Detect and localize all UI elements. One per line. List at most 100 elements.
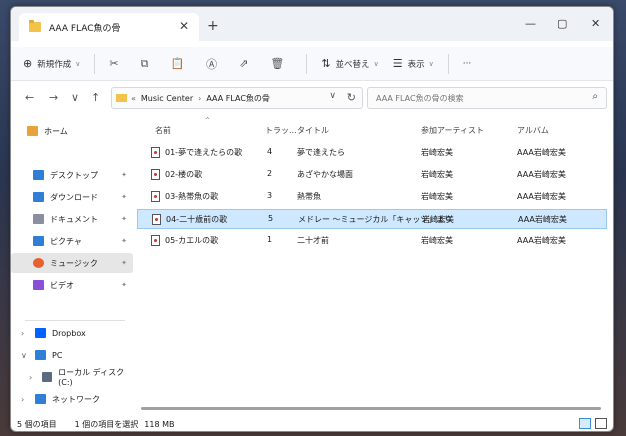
file-row[interactable]: 03-熱帯魚の歌 3 熱帯魚 岩崎宏美 AAA岩崎宏美	[137, 187, 607, 207]
back-button[interactable]: ←	[25, 91, 34, 104]
file-album: AAA岩崎宏美	[517, 192, 566, 201]
rename-icon[interactable]: Ⓐ	[206, 56, 217, 72]
file-row[interactable]: 01-夢で逢えたらの歌 4 夢で逢えたら 岩崎宏美 AAA岩崎宏美	[137, 143, 607, 163]
expand-chevron-icon[interactable]: ›	[29, 373, 36, 382]
tiles-view-icon[interactable]	[595, 418, 607, 429]
sidebar-item-documents[interactable]: ドキュメント ✦	[11, 209, 133, 229]
address-bar[interactable]: « Music Center › AAA FLAC魚の骨 ∨ ↻	[111, 87, 363, 109]
file-artist: 岩崎宏美	[421, 170, 453, 179]
view-button[interactable]: ☰ 表示 ∨	[393, 52, 434, 76]
cut-icon[interactable]: ✂	[109, 57, 118, 70]
chevron-down-icon: ∨	[75, 59, 81, 68]
sidebar-item-music[interactable]: ミュージック ✦	[11, 253, 133, 273]
up-button[interactable]: ↑	[91, 91, 100, 104]
pin-icon[interactable]: ✦	[121, 171, 127, 179]
recent-locations-button[interactable]: ∨	[71, 91, 79, 104]
pin-icon[interactable]: ✦	[121, 281, 127, 289]
column-header-name[interactable]: 名前	[155, 125, 171, 136]
sidebar-item-label: ミュージック	[50, 258, 98, 268]
delete-icon[interactable]: 🗑	[270, 57, 284, 70]
pin-icon[interactable]: ✦	[121, 237, 127, 245]
details-view-icon[interactable]	[579, 418, 591, 429]
sidebar-item-label: ホーム	[44, 126, 68, 136]
expand-chevron-icon[interactable]: ›	[21, 395, 29, 404]
sidebar-item-home[interactable]: ホーム	[11, 121, 133, 141]
sort-ascending-icon: ^	[205, 117, 211, 124]
search-box[interactable]: ⌕	[367, 87, 607, 109]
search-input[interactable]	[376, 93, 576, 103]
search-icon: ⌕	[592, 91, 598, 102]
view-list-icon: ☰	[392, 57, 403, 70]
refresh-icon[interactable]: ↻	[347, 91, 356, 104]
navigation-pane: ホーム デスクトップ ✦ ダウンロード ✦ ドキュメント ✦ ピクチャ ✦ ミュ…	[11, 117, 133, 417]
sort-icon: ⇅	[321, 57, 331, 70]
file-explorer-window: AAA FLAC魚の骨 ✕ + — ▢ ✕ ⊕ 新規作成 ∨ ✂ ⧉ 📋 Ⓐ ⇗…	[10, 6, 614, 432]
file-title: 夢で逢えたら	[297, 148, 345, 157]
tab-close-icon[interactable]: ✕	[179, 19, 189, 33]
command-bar: ⊕ 新規作成 ∨ ✂ ⧉ 📋 Ⓐ ⇗ 🗑 ⇅ 並べ替え ∨ ☰ 表示 ∨ ···	[11, 47, 613, 81]
file-album: AAA岩崎宏美	[517, 148, 566, 157]
minimize-button[interactable]: —	[525, 17, 536, 30]
breadcrumb-separator: ›	[198, 93, 202, 103]
file-row[interactable]: 02-楼の歌 2 あざやかな場面 岩崎宏美 AAA岩崎宏美	[137, 165, 607, 185]
file-track: 4	[267, 147, 273, 156]
sidebar-item-label: ダウンロード	[50, 192, 98, 202]
paste-icon[interactable]: 📋	[170, 57, 184, 70]
file-row[interactable]: 05-カエルの歌 1 二十才前 岩崎宏美 AAA岩崎宏美	[137, 231, 607, 251]
selection-size: 118 MB	[144, 419, 175, 429]
sidebar-item-network[interactable]: › ネットワーク	[11, 389, 133, 409]
close-window-button[interactable]: ✕	[591, 17, 600, 30]
column-header-track[interactable]: トラッ...	[265, 125, 297, 136]
breadcrumb-current[interactable]: AAA FLAC魚の骨	[206, 93, 270, 104]
address-dropdown-icon[interactable]: ∨	[329, 91, 336, 101]
breadcrumb-overflow[interactable]: «	[131, 94, 136, 103]
pin-icon[interactable]: ✦	[121, 215, 127, 223]
file-title: あざやかな場面	[297, 170, 353, 179]
breadcrumb-music-center[interactable]: Music Center	[141, 94, 193, 103]
selection-count: 1 個の項目を選択	[74, 419, 139, 429]
chevron-down-icon: ∨	[373, 59, 379, 68]
pc-icon	[35, 350, 46, 360]
new-button[interactable]: ⊕ 新規作成 ∨	[23, 52, 80, 76]
toolbar-divider	[94, 53, 96, 74]
maximize-button[interactable]: ▢	[557, 17, 567, 30]
file-track: 1	[267, 235, 273, 244]
folder-icon	[29, 20, 41, 32]
file-track: 5	[268, 214, 274, 223]
copy-icon[interactable]: ⧉	[141, 57, 149, 71]
plus-circle-icon: ⊕	[23, 57, 33, 70]
sidebar-item-downloads[interactable]: ダウンロード ✦	[11, 187, 133, 207]
share-icon[interactable]: ⇗	[239, 57, 248, 70]
expand-chevron-icon[interactable]: ›	[21, 329, 29, 338]
pin-icon[interactable]: ✦	[121, 259, 127, 267]
sidebar-item-videos[interactable]: ビデオ ✦	[11, 275, 133, 295]
tab-title: AAA FLAC魚の骨	[49, 23, 121, 34]
status-bar: 5 個の項目 1 個の項目を選択 118 MB	[11, 415, 613, 431]
new-tab-button[interactable]: +	[207, 18, 219, 34]
horizontal-scrollbar[interactable]	[141, 407, 601, 410]
sidebar-item-dropbox[interactable]: › Dropbox	[11, 323, 133, 343]
sort-button[interactable]: ⇅ 並べ替え ∨	[321, 52, 378, 76]
sidebar-item-pc[interactable]: ∨ PC	[11, 345, 133, 365]
more-options-button[interactable]: ···	[463, 52, 472, 76]
sidebar-item-pictures[interactable]: ピクチャ ✦	[11, 231, 133, 251]
forward-button[interactable]: →	[49, 91, 58, 104]
file-row-selected[interactable]: 04-二十歳前の歌 5 メドレー ～ミュージカル「キャッツ」より 岩崎宏美 AA…	[137, 209, 607, 229]
column-header-album[interactable]: アルバム	[517, 125, 549, 136]
network-icon	[35, 394, 46, 404]
file-name: 03-熱帯魚の歌	[165, 192, 219, 201]
column-header-title[interactable]: タイトル	[297, 125, 329, 136]
tab-current-folder[interactable]: AAA FLAC魚の骨 ✕	[19, 13, 199, 41]
file-artist: 岩崎宏美	[421, 236, 453, 245]
sidebar-item-label: デスクトップ	[50, 170, 98, 180]
file-track: 2	[267, 169, 273, 178]
column-header-artist[interactable]: 参加アーティスト	[421, 125, 484, 136]
collapse-chevron-icon[interactable]: ∨	[21, 351, 29, 360]
sidebar-item-desktop[interactable]: デスクトップ ✦	[11, 165, 133, 185]
file-artist: 岩崎宏美	[421, 192, 453, 201]
file-name: 01-夢で逢えたらの歌	[165, 148, 243, 157]
download-icon	[33, 192, 44, 202]
sidebar-item-local-disk[interactable]: › ローカル ディスク (C:)	[11, 367, 133, 387]
pin-icon[interactable]: ✦	[121, 193, 127, 201]
file-album: AAA岩崎宏美	[517, 170, 566, 179]
